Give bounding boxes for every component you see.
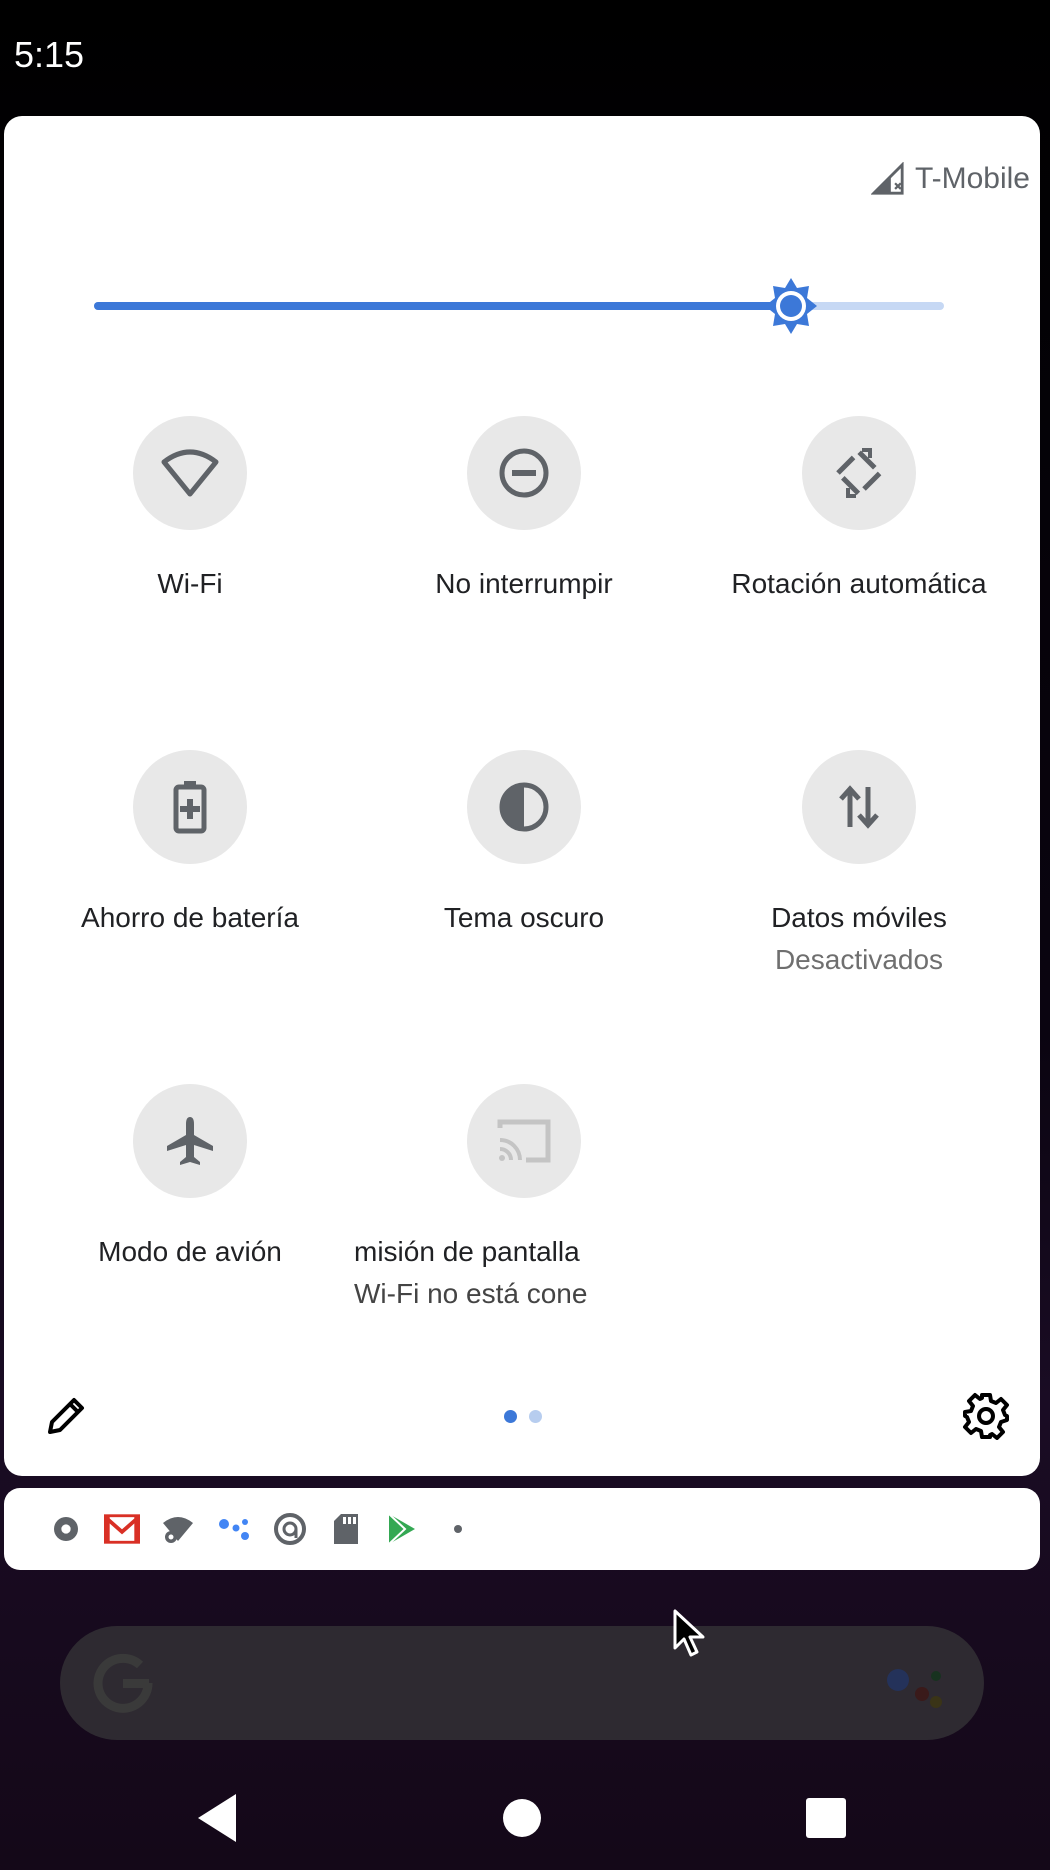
tile-battery-saver[interactable]: Ahorro de batería [20,750,360,1050]
tile-airplane-button[interactable] [133,1084,247,1198]
quick-settings-panel: T-Mobile Wi-Fi No interrumpir Rotación a… [4,116,1040,1476]
brightness-thumb[interactable] [763,276,819,336]
tile-label: Modo de avión [98,1236,282,1267]
more-dot-icon[interactable] [440,1511,476,1547]
tile-airplane-mode[interactable]: Modo de avión [20,1084,360,1384]
gear-icon [963,1393,1009,1440]
page-indicator[interactable] [504,1410,542,1423]
settings-notification-icon[interactable] [48,1511,84,1547]
recents-button[interactable] [796,1788,856,1848]
carrier-info: T-Mobile [870,162,1030,196]
play-store-icon[interactable] [384,1511,420,1547]
slider-fill [94,302,791,310]
tile-sublabel: Desactivados [774,944,944,975]
airplane-icon [167,1117,213,1165]
settings-button[interactable] [962,1392,1010,1440]
tile-label: Rotación automática [731,568,987,599]
cast-icon [497,1119,551,1163]
navigation-bar [0,1760,1050,1870]
google-g-logo [93,1653,153,1713]
wifi-settings-icon[interactable] [160,1511,196,1547]
clock: 5:15 [14,34,85,75]
mouse-cursor-icon [673,1609,705,1657]
tile-battery-button[interactable] [133,750,247,864]
tile-mobile-data-button[interactable] [802,750,916,864]
tile-mobile-data[interactable]: Datos móviles Desactivados [689,750,1029,1050]
google-search-bar[interactable] [60,1626,984,1740]
tile-cast-button[interactable] [467,1084,581,1198]
carrier-name: T-Mobile [914,162,1030,195]
status-bar: 5:15 [0,0,1050,110]
tile-wifi[interactable]: Wi-Fi [20,416,360,716]
google-assistant-icon[interactable] [884,1662,944,1712]
notification-icons-strip[interactable] [4,1488,1040,1570]
pencil-icon [48,1398,84,1434]
tile-wifi-button[interactable] [133,416,247,530]
brightness-slider[interactable] [94,276,954,336]
assistant-dots-icon[interactable] [216,1511,252,1547]
dark-theme-icon [499,782,549,832]
battery-saver-icon [173,781,207,834]
tile-label: Ahorro de batería [81,902,299,933]
tile-label: Tema oscuro [443,902,605,933]
tile-dark-theme[interactable]: Tema oscuro [354,750,694,1050]
tile-sublabel: Wi-Fi no está cone [354,1278,588,1309]
tile-label: Wi-Fi [157,568,223,599]
quick-settings-footer [4,1366,1040,1476]
tile-do-not-disturb[interactable]: No interrumpir [354,416,694,716]
page-dot-inactive[interactable] [529,1410,542,1423]
mobile-data-icon [839,785,879,829]
sd-card-icon[interactable] [328,1511,364,1547]
wifi-icon [161,449,219,497]
tile-label: Datos móviles [771,902,947,933]
vpn-icon[interactable] [272,1511,308,1547]
edit-button[interactable] [44,1394,88,1438]
do-not-disturb-icon [499,448,549,498]
home-button[interactable] [492,1788,552,1848]
tile-label: No interrumpir [435,568,613,599]
gmail-icon[interactable] [104,1511,140,1547]
tile-dnd-button[interactable] [467,416,581,530]
tile-screen-cast[interactable]: misión de pantalla Wi-Fi no está cone [354,1084,694,1384]
back-button[interactable] [190,1788,250,1848]
auto-rotate-icon [834,448,884,498]
no-signal-icon [870,162,904,195]
page-dot-active[interactable] [504,1410,517,1423]
tile-auto-rotate[interactable]: Rotación automática [689,416,1029,716]
brightness-icon [765,278,817,334]
tile-rotate-button[interactable] [802,416,916,530]
tile-label: misión de pantalla [354,1236,580,1267]
tile-dark-theme-button[interactable] [467,750,581,864]
